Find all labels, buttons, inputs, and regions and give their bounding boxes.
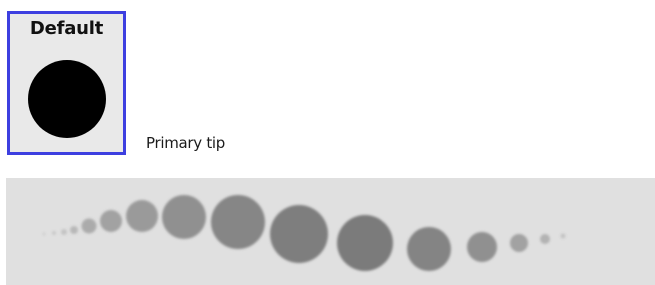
tip-card-title: Default (29, 18, 104, 39)
circle-tip-icon (28, 60, 106, 138)
stroke-dot (560, 233, 566, 239)
stroke-dot (52, 231, 56, 235)
stroke-dot (407, 227, 451, 271)
stroke-dot (81, 218, 97, 234)
stroke-dot (211, 195, 265, 249)
stroke-dot (162, 195, 206, 239)
stroke-preview (6, 178, 655, 285)
stroke-preview-graphic (42, 195, 566, 271)
stroke-dot (467, 232, 497, 262)
stroke-dot (270, 205, 328, 263)
stroke-dot (540, 234, 550, 244)
stroke-dot (510, 234, 528, 252)
stroke-dot (100, 210, 122, 232)
stroke-dot (61, 229, 67, 235)
primary-tip-label: Primary tip (146, 134, 226, 152)
stroke-dot (337, 215, 393, 271)
tip-card-default[interactable]: Default (7, 11, 126, 155)
stroke-dot (126, 200, 158, 232)
stroke-dot (42, 232, 46, 236)
stroke-dot (70, 226, 78, 234)
